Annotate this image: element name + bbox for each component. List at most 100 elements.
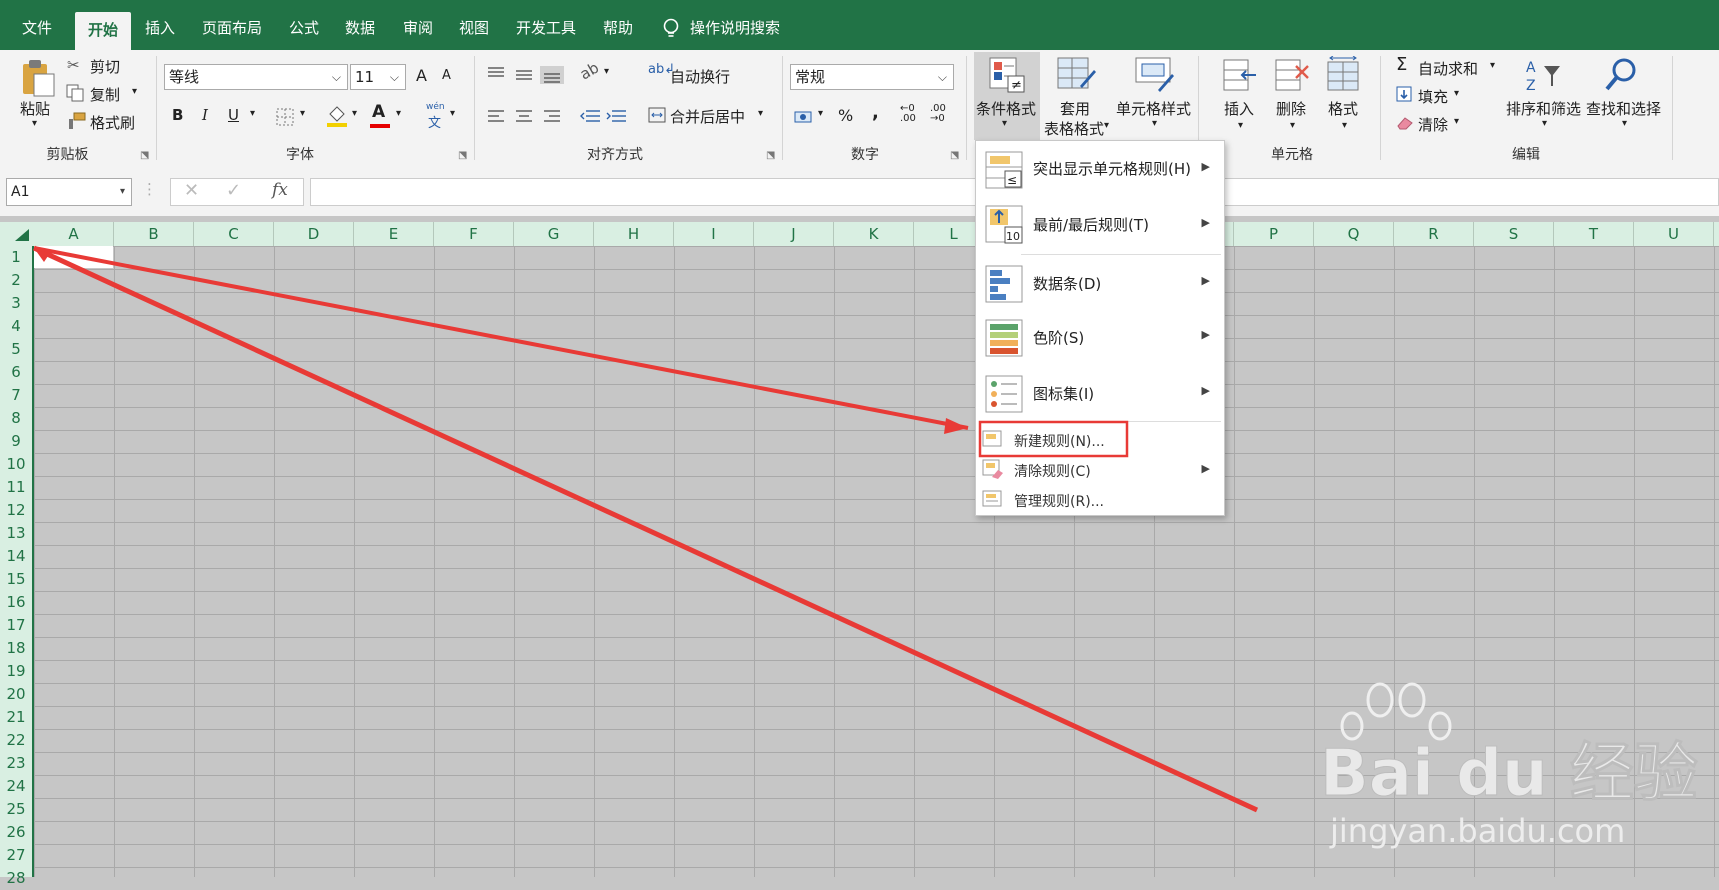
cell-styles-dropdown-chevron-icon[interactable]: ▾ <box>1152 118 1157 129</box>
format-table-dropdown-chevron-icon[interactable]: ▾ <box>1104 120 1109 131</box>
row-header-4[interactable]: 4 <box>0 315 32 338</box>
column-header-a[interactable]: A <box>34 222 114 246</box>
row-header-10[interactable]: 10 <box>0 453 32 476</box>
autosum-dropdown-chevron-icon[interactable]: ▾ <box>1490 60 1495 71</box>
fill-color-dropdown-chevron-icon[interactable]: ▾ <box>352 108 357 119</box>
column-header-j[interactable]: J <box>754 222 834 246</box>
borders-dropdown-chevron-icon[interactable]: ▾ <box>300 108 305 119</box>
row-header-27[interactable]: 27 <box>0 844 32 867</box>
column-header-f[interactable]: F <box>434 222 514 246</box>
insert-function-button[interactable]: fx <box>272 180 288 200</box>
tab-page-layout[interactable]: 页面布局 <box>194 8 270 48</box>
row-header-3[interactable]: 3 <box>0 292 32 315</box>
autosum-button[interactable]: 自动求和 <box>1418 58 1478 79</box>
grow-font-button[interactable]: A <box>416 66 427 85</box>
clear-button[interactable]: 清除 <box>1418 114 1448 135</box>
row-header-12[interactable]: 12 <box>0 499 32 522</box>
tab-developer[interactable]: 开发工具 <box>508 8 584 48</box>
italic-button[interactable]: I <box>202 106 208 124</box>
column-header-p[interactable]: P <box>1234 222 1314 246</box>
tab-insert[interactable]: 插入 <box>138 8 182 48</box>
tab-file[interactable]: 文件 <box>10 8 64 48</box>
find-select-button[interactable]: 查找和选择 <box>1586 98 1661 119</box>
number-format-combo[interactable]: 常规 ⌵ <box>790 64 954 90</box>
format-as-table-label-1[interactable]: 套用 <box>1060 98 1090 119</box>
copy-dropdown-chevron-icon[interactable]: ▾ <box>132 86 137 97</box>
row-header-17[interactable]: 17 <box>0 614 32 637</box>
orientation-dropdown-chevron-icon[interactable]: ▾ <box>604 66 609 77</box>
menu-item-icon-sets[interactable]: 图标集(I) ▶ <box>976 365 1224 421</box>
row-header-28[interactable]: 28 <box>0 867 32 890</box>
font-size-combo[interactable]: 11 ⌵ <box>350 64 406 90</box>
column-header-t[interactable]: T <box>1554 222 1634 246</box>
row-header-26[interactable]: 26 <box>0 821 32 844</box>
row-header-18[interactable]: 18 <box>0 637 32 660</box>
row-header-14[interactable]: 14 <box>0 545 32 568</box>
format-cells-button[interactable]: 格式 <box>1328 98 1358 119</box>
paste-dropdown-chevron-icon[interactable]: ▾ <box>32 118 37 129</box>
formula-bar-splitter-icon[interactable]: ⋮ <box>142 180 157 198</box>
select-all-corner-icon[interactable] <box>14 228 30 242</box>
column-header-s[interactable]: S <box>1474 222 1554 246</box>
conditional-dropdown-chevron-icon[interactable]: ▾ <box>1002 118 1007 129</box>
cell-styles-button[interactable]: 单元格样式 <box>1116 98 1191 119</box>
cancel-entry-icon[interactable]: ✕ <box>184 180 199 201</box>
menu-item-highlight-cell-rules[interactable]: ≤ 突出显示单元格规则(H) ▶ <box>976 141 1224 197</box>
phonetic-guide-button[interactable]: 文 <box>428 112 441 131</box>
paste-button[interactable]: 粘贴 <box>20 98 50 119</box>
fill-color-icon[interactable] <box>326 104 348 128</box>
underline-button[interactable]: U <box>228 106 239 124</box>
currency-icon[interactable] <box>794 108 814 126</box>
tab-formulas[interactable]: 公式 <box>282 8 326 48</box>
decrease-decimal-button[interactable]: .00 →0 <box>930 104 946 124</box>
shrink-font-button[interactable]: A <box>442 68 451 83</box>
bold-button[interactable]: B <box>172 106 183 124</box>
column-header-i[interactable]: I <box>674 222 754 246</box>
row-header-1[interactable]: 1 <box>0 246 32 269</box>
font-name-combo[interactable]: 等线 ⌵ <box>164 64 348 90</box>
horizontal-align-icons[interactable] <box>486 108 586 126</box>
merge-dropdown-chevron-icon[interactable]: ▾ <box>758 108 763 119</box>
row-header-2[interactable]: 2 <box>0 269 32 292</box>
vertical-align-icons[interactable] <box>486 66 586 84</box>
tab-home[interactable]: 开始 <box>75 12 131 50</box>
tab-review[interactable]: 审阅 <box>396 8 440 48</box>
row-header-5[interactable]: 5 <box>0 338 32 361</box>
menu-item-manage-rules[interactable]: 管理规则(R)... <box>976 485 1224 515</box>
cut-button[interactable]: 剪切 <box>90 56 120 77</box>
format-painter-button[interactable]: 格式刷 <box>90 112 135 133</box>
clipboard-launcher-icon[interactable]: ⬔ <box>140 150 149 161</box>
name-box[interactable]: A1 ▾ <box>6 178 132 206</box>
tab-data[interactable]: 数据 <box>338 8 382 48</box>
menu-item-data-bars[interactable]: 数据条(D) ▶ <box>976 255 1224 311</box>
row-header-22[interactable]: 22 <box>0 729 32 752</box>
copy-button[interactable]: 复制 <box>90 84 120 105</box>
font-color-icon[interactable]: A <box>372 102 385 122</box>
menu-item-new-rule[interactable]: 新建规则(N)... <box>976 425 1224 455</box>
column-header-q[interactable]: Q <box>1314 222 1394 246</box>
clear-dropdown-chevron-icon[interactable]: ▾ <box>1454 116 1459 127</box>
confirm-entry-icon[interactable]: ✓ <box>226 180 241 201</box>
row-header-20[interactable]: 20 <box>0 683 32 706</box>
menu-item-color-scales[interactable]: 色阶(S) ▶ <box>976 311 1224 365</box>
column-header-u[interactable]: U <box>1634 222 1714 246</box>
find-dropdown-chevron-icon[interactable]: ▾ <box>1622 118 1627 129</box>
font-launcher-icon[interactable]: ⬔ <box>458 150 467 161</box>
indent-icons[interactable] <box>580 108 630 126</box>
format-dropdown-chevron-icon[interactable]: ▾ <box>1342 120 1347 131</box>
sort-dropdown-chevron-icon[interactable]: ▾ <box>1542 118 1547 129</box>
format-as-table-button[interactable]: 表格格式 <box>1044 118 1104 139</box>
underline-dropdown-chevron-icon[interactable]: ▾ <box>250 108 255 119</box>
row-header-25[interactable]: 25 <box>0 798 32 821</box>
increase-decimal-button[interactable]: ←0.00 <box>900 104 916 124</box>
tell-me-search[interactable]: 操作说明搜索 <box>690 8 800 48</box>
row-header-13[interactable]: 13 <box>0 522 32 545</box>
row-header-9[interactable]: 9 <box>0 430 32 453</box>
wrap-text-button[interactable]: 自动换行 <box>670 66 730 87</box>
column-header-b[interactable]: B <box>114 222 194 246</box>
row-header-23[interactable]: 23 <box>0 752 32 775</box>
currency-dropdown-chevron-icon[interactable]: ▾ <box>818 108 823 119</box>
column-header-r[interactable]: R <box>1394 222 1474 246</box>
column-header-k[interactable]: K <box>834 222 914 246</box>
column-header-e[interactable]: E <box>354 222 434 246</box>
